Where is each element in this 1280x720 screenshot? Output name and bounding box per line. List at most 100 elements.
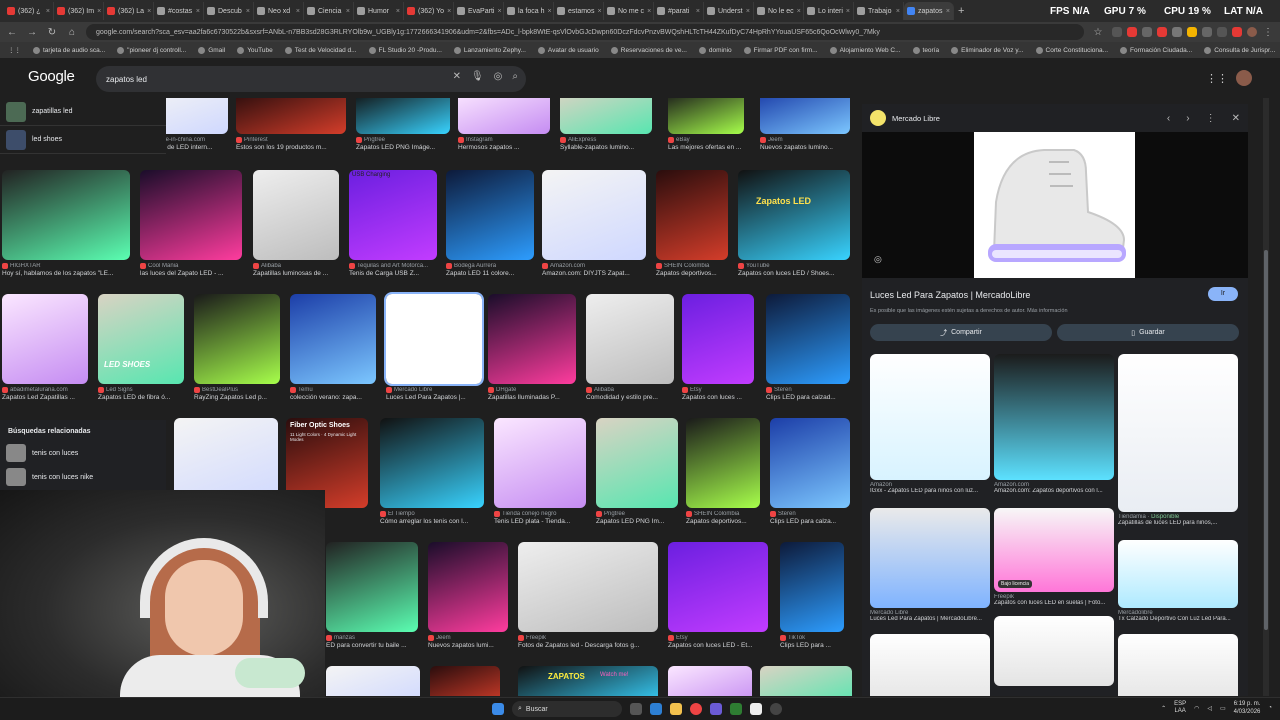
bookmark-item[interactable]: dominio [698, 46, 732, 54]
image-result-card[interactable]: BestDealPlus RayZing Zapatos Led p... [194, 294, 280, 401]
image-result-card[interactable] [760, 666, 852, 696]
related-image-card[interactable]: Tiendamia · Disponible Zapatillas de luce… [1118, 354, 1238, 526]
image-result-card[interactable]: Zapatos LED YouTube Zapatos con luces LED … [738, 170, 850, 277]
image-result-card[interactable]: Pinterest Estos son los 19 productos m... [236, 98, 346, 151]
extension-icon[interactable] [1112, 26, 1122, 37]
url-field[interactable]: google.com/search?sca_esv=aa2fa6c6730522… [86, 24, 1084, 40]
taskbar-search[interactable]: ⌕ Buscar [512, 701, 622, 717]
tab-close-icon[interactable]: × [396, 8, 400, 15]
next-icon[interactable]: › [1186, 113, 1189, 124]
mic-icon[interactable]: 🎙 [471, 71, 484, 82]
bookmark-item[interactable]: Formación Ciudada... [1120, 46, 1192, 54]
browser-tab[interactable]: Descub × [204, 2, 254, 20]
browser-tab[interactable]: Ciencia × [304, 2, 354, 20]
image-result-card[interactable]: Pngtree Zapatos LED PNG Im... [596, 418, 678, 525]
image-result-card[interactable]: Steren Clips LED para calza... [770, 418, 850, 525]
tab-close-icon[interactable]: × [97, 8, 101, 15]
image-result-card[interactable]: Tienda conejo negro Tenis LED plata - Tie… [494, 418, 586, 525]
tab-close-icon[interactable]: × [696, 8, 700, 15]
avatar[interactable] [1236, 70, 1252, 86]
related-image-card[interactable]: Mercadolibre Tx Calzado Deportivo Con Luz… [1118, 540, 1238, 622]
bookmark-item[interactable]: Firmar PDF con firm... [743, 46, 818, 54]
image-result-card[interactable]: Jeem Nuevos zapatos lumi... [428, 542, 508, 649]
related-image-card[interactable]: Mercado Libre Luces Led Para Zapatos | Me… [870, 508, 990, 622]
search-input[interactable]: zapatos led ✕ 🎙 ◎ ⌕ [96, 66, 526, 92]
related-image-card[interactable] [994, 616, 1114, 686]
tab-close-icon[interactable]: × [296, 8, 300, 15]
browser-tab[interactable]: (362) Im × [54, 2, 104, 20]
image-result-card[interactable]: Mercado Libre Luces Led Para Zapatos |... [384, 292, 484, 401]
tab-close-icon[interactable]: × [246, 8, 250, 15]
bookmark-item[interactable]: Alojamiento Web C... [829, 46, 901, 54]
search-icon[interactable]: ⌕ [512, 71, 518, 82]
extension-icon[interactable] [1142, 26, 1152, 37]
extension-icon[interactable] [1127, 26, 1137, 37]
image-result-card[interactable]: USB Charging Tequilas and Art Motorca... T… [349, 170, 437, 277]
lens-icon[interactable]: ◎ [494, 71, 503, 82]
related-item[interactable]: tenis con luces nike [0, 465, 166, 489]
close-icon[interactable]: ✕ [1232, 113, 1240, 124]
browser-tab[interactable]: No le ec × [754, 2, 804, 20]
clock[interactable]: 6:19 p. m. 4/03/2026 [1234, 700, 1261, 716]
app-icon[interactable] [650, 703, 662, 715]
tab-close-icon[interactable]: × [547, 8, 551, 15]
chrome-icon[interactable] [690, 703, 702, 715]
bookmark-item[interactable]: tarjeta de audio sca... [33, 46, 105, 54]
browser-tab[interactable]: No me c × [604, 2, 654, 20]
tab-close-icon[interactable]: × [447, 8, 451, 15]
related-image-card[interactable]: Amazon IGxx - Zapatos LED para niños con … [870, 354, 990, 494]
chip-zapatillas-led[interactable]: zapatillas led [0, 98, 166, 126]
tab-close-icon[interactable]: × [797, 8, 801, 15]
browser-tab[interactable]: zapatos × [904, 2, 954, 20]
bookmark-item[interactable]: Test de Velocidad d... [284, 46, 357, 54]
browser-tab[interactable]: (362) ¿ × [4, 2, 54, 20]
tab-close-icon[interactable]: × [846, 8, 850, 15]
tab-close-icon[interactable]: × [647, 8, 651, 15]
scrollbar-thumb[interactable] [1264, 250, 1268, 630]
chevron-up-icon[interactable]: ⌃ [1161, 705, 1166, 712]
extension-icon[interactable] [1157, 26, 1167, 37]
browser-tab[interactable]: Underst × [704, 2, 754, 20]
browser-tab[interactable]: Neo xd × [254, 2, 304, 20]
notification-bell-icon[interactable]: ◔ [1268, 705, 1272, 711]
extension-icon[interactable] [1202, 26, 1212, 37]
profile-avatar[interactable] [1247, 26, 1257, 37]
browser-tab[interactable]: (362) La × [104, 2, 154, 20]
extension-icon[interactable] [1187, 26, 1197, 37]
bookmark-item[interactable]: Consulta de Jurispr... [1204, 46, 1275, 54]
image-result-card[interactable]: TikTok Clips LED para ... [780, 542, 844, 649]
tab-close-icon[interactable]: × [147, 8, 151, 15]
image-result-card[interactable]: SHEIN Colombia Zapatos deportivos... [656, 170, 728, 277]
browser-tab[interactable]: #parati × [654, 2, 704, 20]
share-button[interactable]: ⤴ Compartir [870, 324, 1052, 341]
browser-tab[interactable]: Humor × [354, 2, 404, 20]
battery-icon[interactable]: ▭ [1220, 705, 1226, 712]
visit-button[interactable]: Ir [1208, 287, 1238, 301]
image-result-card[interactable]: Etsy Zapatos con luces LED - Et... [668, 542, 768, 649]
bookmark-item[interactable]: Lanzamiento Zephy... [453, 46, 526, 54]
windows-start-icon[interactable] [492, 703, 504, 715]
bookmark-item[interactable]: YouTube [237, 46, 273, 54]
bookmark-item[interactable]: "pioneer dj controll... [117, 46, 186, 54]
image-result-card[interactable] [326, 666, 420, 696]
image-result-card[interactable]: SHEIN Colombia Zapatos deportivos... [686, 418, 760, 525]
file-explorer-icon[interactable] [670, 703, 682, 715]
image-result-card[interactable]: Jeem Nuevos zapatos lumino... [760, 98, 850, 151]
tab-close-icon[interactable]: × [497, 8, 501, 15]
tab-close-icon[interactable]: × [946, 8, 950, 15]
tab-close-icon[interactable]: × [746, 8, 750, 15]
bookmark-item[interactable]: FL Studio 20 -Produ... [368, 46, 442, 54]
bookmark-item[interactable]: teoría [912, 46, 939, 54]
bookmark-item[interactable]: Gmail [198, 46, 225, 54]
preview-image[interactable] [862, 132, 1248, 278]
image-result-card[interactable]: AliExpress Syllable-zapatos lumino... [560, 98, 652, 151]
browser-tab[interactable]: (362) Yo × [404, 2, 454, 20]
language-indicator[interactable]: ESP LAA [1174, 701, 1186, 715]
browser-tab[interactable]: #costas × [154, 2, 204, 20]
extension-icon[interactable] [1217, 26, 1227, 37]
image-result-card[interactable]: Cool Mania las luces del Zapato LED - ... [140, 170, 242, 277]
tab-close-icon[interactable]: × [896, 8, 900, 15]
related-image-card[interactable]: Amazon.com Amazon.com: Zapatos deportivos… [994, 354, 1114, 494]
image-result-card[interactable]: Alibaba Comodidad y estilo pre... [586, 294, 674, 401]
image-result-card[interactable]: Amazon.com Amazon.com: DIYJTS Zapat... [542, 170, 646, 277]
